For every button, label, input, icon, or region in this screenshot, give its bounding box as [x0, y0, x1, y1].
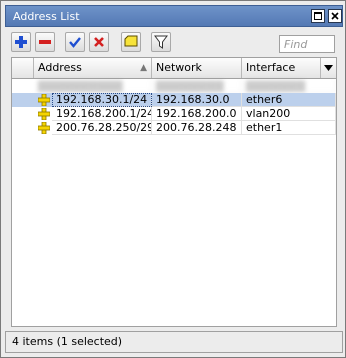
plus-yellow-icon [38, 108, 50, 120]
plus-yellow-icon [38, 122, 50, 134]
header-network[interactable]: Network [152, 58, 242, 78]
table-row[interactable]: 200.76.28.250/29 200.76.28.248 ether1 [12, 121, 336, 135]
table-row[interactable]: 192.168.200.1/24 192.168.200.0 vlan200 [12, 107, 336, 121]
filter-button[interactable] [151, 32, 171, 52]
find-input[interactable] [279, 35, 335, 53]
note-icon [124, 35, 138, 47]
network-cell: 200.76.28.248 [152, 121, 242, 135]
plus-icon [15, 36, 27, 48]
address-cell: 192.168.30.1/24 [52, 93, 152, 107]
network-cell: 192.168.30.0 [152, 93, 242, 107]
sort-asc-icon: ▲ [140, 63, 147, 73]
header-interface-label: Interface [246, 61, 296, 74]
address-list-window: Address List Find Address ▲ Network Inte… [0, 0, 346, 358]
comment-button[interactable] [121, 32, 141, 52]
address-cell: 200.76.28.250/29 [52, 121, 152, 135]
interface-cell: vlan200 [242, 107, 336, 121]
address-table: Address ▲ Network Interface ▇▇▇▇▇▇▇▇▇▇ ▇… [11, 57, 337, 327]
chevron-down-icon [324, 65, 333, 71]
header-network-label: Network [156, 61, 202, 74]
column-menu-button[interactable] [321, 58, 336, 78]
header-address[interactable]: Address ▲ [34, 58, 152, 78]
header-status-column[interactable] [12, 58, 34, 78]
minus-icon [39, 40, 51, 44]
enable-button[interactable] [65, 32, 85, 52]
x-icon [94, 37, 104, 47]
status-text: 4 items (1 selected) [12, 335, 123, 348]
add-button[interactable] [11, 32, 31, 52]
interface-cell: ether1 [242, 121, 336, 135]
header-address-label: Address [38, 61, 82, 74]
redacted-row: ▇▇▇▇▇▇▇▇▇▇ ▇▇▇▇▇▇▇▇ ▇▇▇▇▇▇▇ [12, 79, 336, 93]
plus-yellow-icon [38, 94, 50, 106]
check-icon [69, 37, 81, 48]
network-cell: 192.168.200.0 [152, 107, 242, 121]
close-button[interactable] [328, 9, 342, 23]
status-bar: 4 items (1 selected) [5, 331, 343, 353]
interface-cell: ether6 [242, 93, 336, 107]
table-header: Address ▲ Network Interface [12, 58, 336, 79]
toolbar [5, 31, 343, 57]
funnel-icon [154, 35, 168, 49]
remove-button[interactable] [35, 32, 55, 52]
table-row[interactable]: 192.168.30.1/24 192.168.30.0 ether6 [12, 93, 336, 107]
restore-button[interactable] [311, 9, 325, 23]
disable-button[interactable] [89, 32, 109, 52]
title-bar[interactable]: Address List [5, 5, 343, 27]
address-cell: 192.168.200.1/24 [52, 107, 152, 121]
window-title: Address List [13, 10, 80, 23]
header-interface[interactable]: Interface [242, 58, 321, 78]
close-icon [331, 12, 339, 20]
